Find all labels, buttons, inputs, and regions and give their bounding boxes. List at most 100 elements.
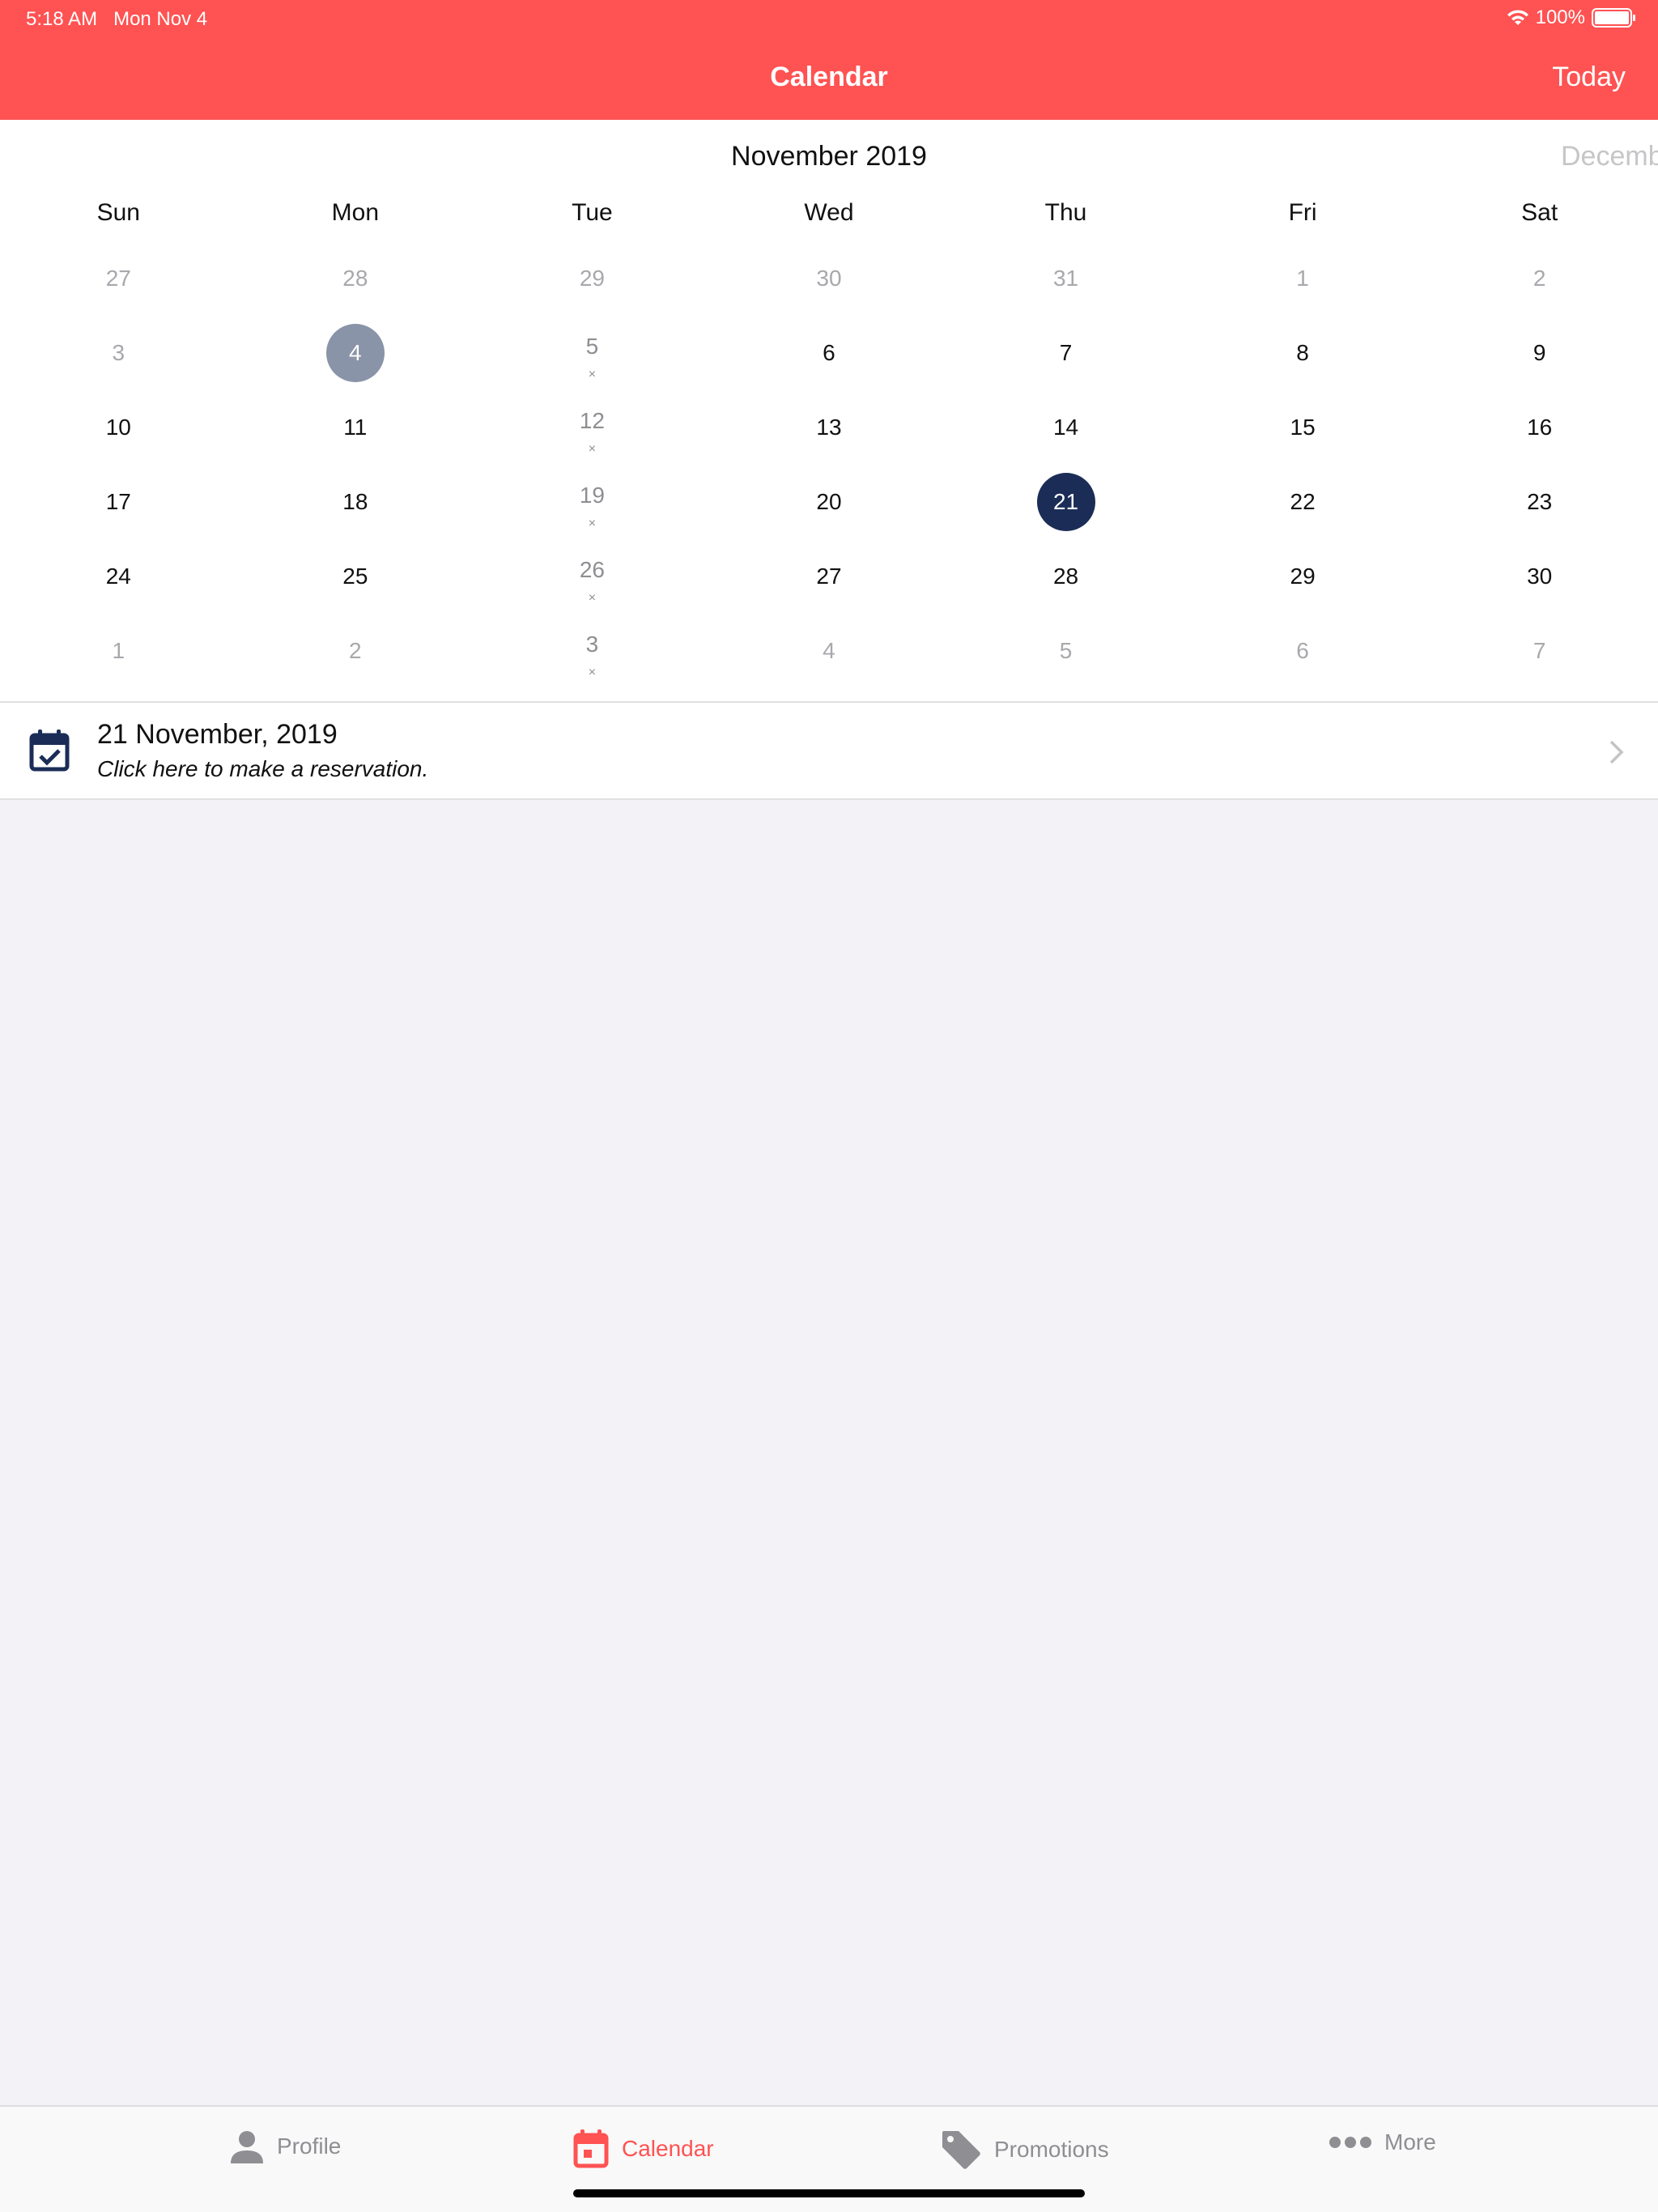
day-cell[interactable]: 10: [0, 390, 237, 465]
day-cell[interactable]: 29: [1184, 539, 1422, 614]
day-number: 2: [1533, 266, 1546, 291]
weekday-label: Tue: [572, 199, 613, 226]
day-cell[interactable]: 23: [1421, 465, 1658, 539]
day-cell[interactable]: 28: [237, 241, 474, 316]
day-number: 4: [325, 324, 385, 382]
month-calendar: November 2019 December Sun Mon Tue Wed Thu Fr…: [0, 120, 1658, 701]
day-cell[interactable]: 29: [474, 241, 711, 316]
today-button[interactable]: Today: [1552, 62, 1626, 93]
tab-more[interactable]: More: [1329, 2129, 1436, 2155]
day-cell[interactable]: 2: [1421, 241, 1658, 316]
calendar-check-icon: [29, 730, 70, 772]
weekday-header: Sun Mon Tue Wed Thu Fri Sat: [0, 199, 1658, 227]
day-cell[interactable]: 12 ×: [474, 390, 711, 465]
day-cell[interactable]: 5 ×: [474, 316, 711, 390]
day-number: 11: [343, 415, 368, 440]
day-cell[interactable]: 7: [1421, 614, 1658, 688]
unavailable-mark: ×: [588, 442, 597, 456]
day-number: 21: [1036, 473, 1095, 531]
day-cell[interactable]: 5: [947, 614, 1184, 688]
day-cell[interactable]: 18: [237, 465, 474, 539]
day-cell[interactable]: 26 ×: [474, 539, 711, 614]
day-number: 10: [105, 415, 131, 440]
day-cell[interactable]: 6: [1184, 614, 1422, 688]
day-cell[interactable]: 11: [237, 390, 474, 465]
tab-label: Promotions: [994, 2137, 1109, 2162]
day-cell[interactable]: 14: [947, 390, 1184, 465]
day-cell[interactable]: 13: [711, 390, 948, 465]
day-cell[interactable]: 7: [947, 316, 1184, 390]
day-number: 29: [1290, 564, 1316, 589]
chevron-right-icon: [1609, 740, 1624, 764]
day-number: 13: [816, 415, 842, 440]
day-cell[interactable]: 3: [0, 316, 237, 390]
reservation-row[interactable]: 21 November, 2019 Click here to make a r…: [0, 701, 1658, 800]
day-cell[interactable]: 2: [237, 614, 474, 688]
day-cell[interactable]: 16: [1421, 390, 1658, 465]
person-icon: [231, 2131, 263, 2163]
day-cell[interactable]: 9: [1421, 316, 1658, 390]
wifi-icon: [1507, 10, 1528, 25]
calendar-icon: [573, 2129, 609, 2168]
day-number: 16: [1527, 415, 1553, 440]
day-cell[interactable]: 22: [1184, 465, 1422, 539]
day-cell[interactable]: 3 ×: [474, 614, 711, 688]
battery-percent: 100%: [1535, 6, 1585, 28]
day-number: 22: [1290, 489, 1316, 514]
tab-label: Calendar: [622, 2136, 714, 2161]
day-cell[interactable]: 8: [1184, 316, 1422, 390]
day-cell[interactable]: 30: [1421, 539, 1658, 614]
day-cell[interactable]: 4: [711, 614, 948, 688]
week-row: 24 25 26 × 27 28 29 30: [0, 539, 1658, 614]
day-cell[interactable]: 17: [0, 465, 237, 539]
day-cell[interactable]: 4: [237, 316, 474, 390]
week-row: 3 4 5 × 6 7 8 9: [0, 316, 1658, 390]
page-title: Calendar: [770, 62, 888, 92]
day-cell[interactable]: 1: [1184, 241, 1422, 316]
day-cell[interactable]: 30: [711, 241, 948, 316]
day-cell[interactable]: 21: [947, 465, 1184, 539]
day-number: 2: [349, 638, 362, 663]
unavailable-mark: ×: [588, 517, 597, 530]
day-cell[interactable]: 6: [711, 316, 948, 390]
day-number: 20: [816, 489, 842, 514]
day-cell[interactable]: 27: [711, 539, 948, 614]
week-row: 10 11 12 × 13 14 15 16: [0, 390, 1658, 465]
weekday-label: Sat: [1521, 199, 1558, 226]
day-number: 24: [105, 564, 131, 589]
day-cell[interactable]: 15: [1184, 390, 1422, 465]
day-cell[interactable]: 25: [237, 539, 474, 614]
day-number: 28: [1052, 564, 1079, 589]
weekday-label: Sun: [96, 199, 140, 226]
day-cell[interactable]: 24: [0, 539, 237, 614]
day-cell[interactable]: 1: [0, 614, 237, 688]
tab-label: Profile: [277, 2133, 342, 2159]
day-number: 7: [1533, 638, 1546, 663]
weekday-label: Mon: [331, 199, 380, 226]
status-time: 5:18 AM Mon Nov 4: [26, 8, 207, 31]
day-cell[interactable]: 27: [0, 241, 237, 316]
day-cell[interactable]: 20: [711, 465, 948, 539]
status-time-text: 5:18 AM: [26, 8, 98, 30]
day-number: 7: [1059, 340, 1073, 365]
day-cell[interactable]: 31: [947, 241, 1184, 316]
weekday-label: Wed: [804, 199, 854, 226]
battery-icon: [1592, 8, 1635, 28]
day-number: 6: [1296, 638, 1309, 663]
day-cell[interactable]: 28: [947, 539, 1184, 614]
tab-promotions[interactable]: Promotions: [941, 2129, 1109, 2170]
tab-profile[interactable]: Profile: [230, 2129, 341, 2163]
next-month-peek[interactable]: December: [1561, 141, 1658, 172]
weekday-label: Fri: [1288, 199, 1317, 226]
week-row: 17 18 19 × 20 21 22 23: [0, 465, 1658, 539]
unavailable-mark: ×: [588, 591, 597, 605]
tab-calendar[interactable]: Calendar: [573, 2129, 714, 2168]
day-cell[interactable]: 19 ×: [474, 465, 711, 539]
day-number: 1: [112, 638, 125, 663]
status-date-text: Mon Nov 4: [113, 8, 208, 30]
month-title: November 2019: [731, 141, 927, 172]
day-number: 15: [1290, 415, 1316, 440]
home-indicator[interactable]: [573, 2189, 1085, 2197]
day-number: 17: [105, 489, 131, 514]
unavailable-mark: ×: [588, 666, 597, 679]
